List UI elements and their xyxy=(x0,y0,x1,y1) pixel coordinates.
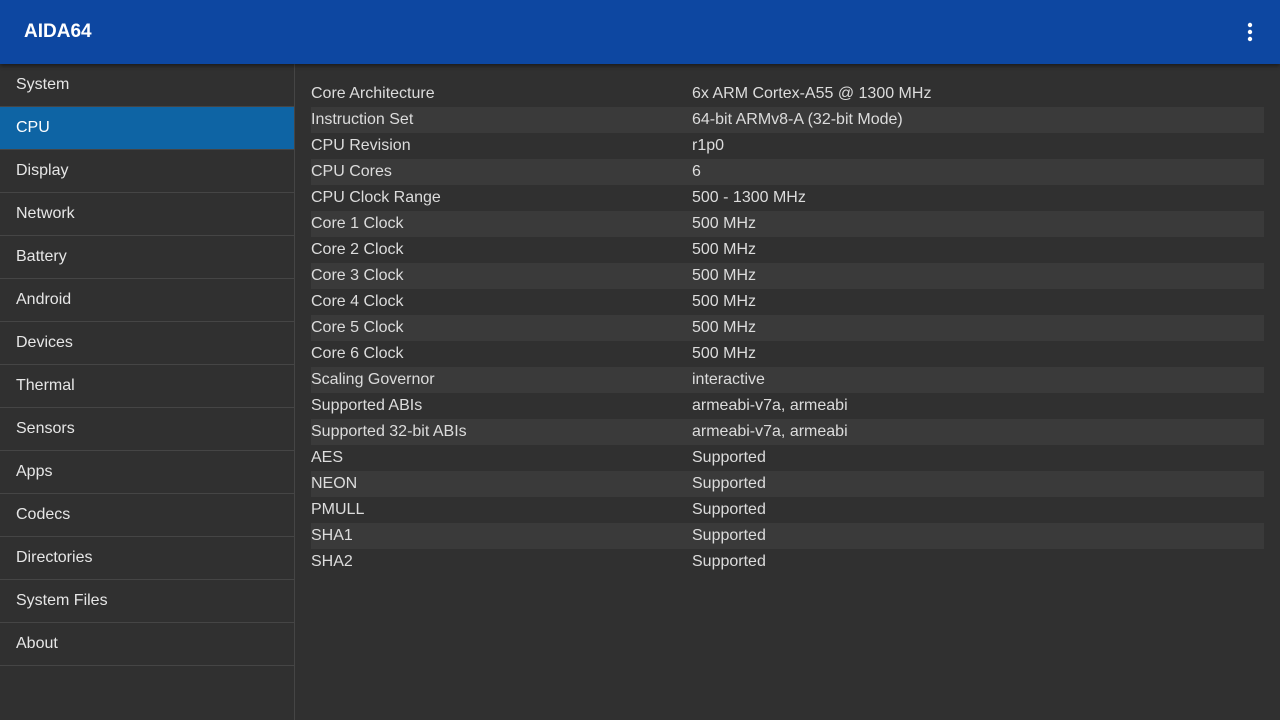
info-row: Core 1 Clock 500 MHz xyxy=(311,211,1264,237)
info-value: 500 MHz xyxy=(692,293,757,310)
sidebar-item-about[interactable]: About xyxy=(0,623,294,666)
cpu-info-table: Core Architecture 6x ARM Cortex-A55 @ 13… xyxy=(311,81,1264,575)
sidebar-item-directories[interactable]: Directories xyxy=(0,537,294,580)
info-value: armeabi-v7a, armeabi xyxy=(692,423,848,440)
info-value: 500 MHz xyxy=(692,319,757,336)
sidebar-item-system-files[interactable]: System Files xyxy=(0,580,294,623)
info-value: 64-bit ARMv8-A (32-bit Mode) xyxy=(692,111,903,128)
info-row: Core 6 Clock 500 MHz xyxy=(311,341,1264,367)
info-label: Supported 32-bit ABIs xyxy=(311,423,467,440)
info-row: Core 2 Clock 500 MHz xyxy=(311,237,1264,263)
info-label: NEON xyxy=(311,475,358,492)
info-label: Instruction Set xyxy=(311,111,414,128)
info-label: Supported ABIs xyxy=(311,397,423,414)
info-row: Instruction Set 64-bit ARMv8-A (32-bit M… xyxy=(311,107,1264,133)
sidebar-item-network[interactable]: Network xyxy=(0,193,294,236)
sidebar-item-sensors[interactable]: Sensors xyxy=(0,408,294,451)
info-label: Core 4 Clock xyxy=(311,293,404,310)
info-value: r1p0 xyxy=(692,137,725,154)
info-value: armeabi-v7a, armeabi xyxy=(692,397,848,414)
info-row: Core 4 Clock 500 MHz xyxy=(311,289,1264,315)
app-bar: AIDA64 xyxy=(0,0,1280,64)
info-row: Supported ABIs armeabi-v7a, armeabi xyxy=(311,393,1264,419)
info-row: Supported 32-bit ABIs armeabi-v7a, armea… xyxy=(311,419,1264,445)
sidebar-item-thermal[interactable]: Thermal xyxy=(0,365,294,408)
info-row: Core 5 Clock 500 MHz xyxy=(311,315,1264,341)
sidebar-item-system[interactable]: System xyxy=(0,64,294,107)
info-row: CPU Revision r1p0 xyxy=(311,133,1264,159)
info-value: Supported xyxy=(692,501,766,518)
info-label: Core 3 Clock xyxy=(311,267,404,284)
info-label: CPU Cores xyxy=(311,163,392,180)
info-label: CPU Revision xyxy=(311,137,411,154)
more-vertical-icon xyxy=(1247,22,1253,42)
info-value: Supported xyxy=(692,449,766,466)
info-value: 500 MHz xyxy=(692,241,757,258)
info-row: CPU Cores 6 xyxy=(311,159,1264,185)
sidebar-item-apps[interactable]: Apps xyxy=(0,451,294,494)
sidebar-item-codecs[interactable]: Codecs xyxy=(0,494,294,537)
info-label: Core 6 Clock xyxy=(311,345,404,362)
info-label: PMULL xyxy=(311,501,365,518)
info-label: SHA2 xyxy=(311,553,353,570)
info-row: PMULL Supported xyxy=(311,497,1264,523)
info-value: Supported xyxy=(692,527,766,544)
sidebar-item-battery[interactable]: Battery xyxy=(0,236,294,279)
info-row: AES Supported xyxy=(311,445,1264,471)
info-row: SHA1 Supported xyxy=(311,523,1264,549)
info-label: AES xyxy=(311,449,344,466)
info-value: 500 MHz xyxy=(692,215,757,232)
info-row: CPU Clock Range 500 - 1300 MHz xyxy=(311,185,1264,211)
sidebar-item-cpu[interactable]: CPU xyxy=(0,107,294,150)
info-label: Core 1 Clock xyxy=(311,215,404,232)
info-label: Core Architecture xyxy=(311,85,435,102)
info-label: Core 5 Clock xyxy=(311,319,404,336)
info-label: CPU Clock Range xyxy=(311,189,441,206)
info-value: 500 MHz xyxy=(692,267,757,284)
sidebar-item-android[interactable]: Android xyxy=(0,279,294,322)
info-value: Supported xyxy=(692,475,766,492)
info-label: Scaling Governor xyxy=(311,371,435,388)
info-value: 6 xyxy=(692,163,701,180)
info-label: SHA1 xyxy=(311,527,353,544)
info-row: NEON Supported xyxy=(311,471,1264,497)
app-title: AIDA64 xyxy=(24,21,92,42)
info-value: 6x ARM Cortex-A55 @ 1300 MHz xyxy=(692,85,932,102)
info-row: Core Architecture 6x ARM Cortex-A55 @ 13… xyxy=(311,81,1264,107)
info-label: Core 2 Clock xyxy=(311,241,404,258)
info-value: 500 MHz xyxy=(692,345,757,362)
info-row: SHA2 Supported xyxy=(311,549,1264,575)
info-value: 500 - 1300 MHz xyxy=(692,189,806,206)
info-value: interactive xyxy=(692,371,765,388)
sidebar-item-display[interactable]: Display xyxy=(0,150,294,193)
info-row: Core 3 Clock 500 MHz xyxy=(311,263,1264,289)
sidebar-item-devices[interactable]: Devices xyxy=(0,322,294,365)
info-row: Scaling Governor interactive xyxy=(311,367,1264,393)
sidebar-nav: System CPU Display Network Battery Andro… xyxy=(0,64,295,720)
info-value: Supported xyxy=(692,553,766,570)
overflow-menu-button[interactable] xyxy=(1236,18,1264,46)
cpu-info-panel: Core Architecture 6x ARM Cortex-A55 @ 13… xyxy=(295,64,1280,720)
